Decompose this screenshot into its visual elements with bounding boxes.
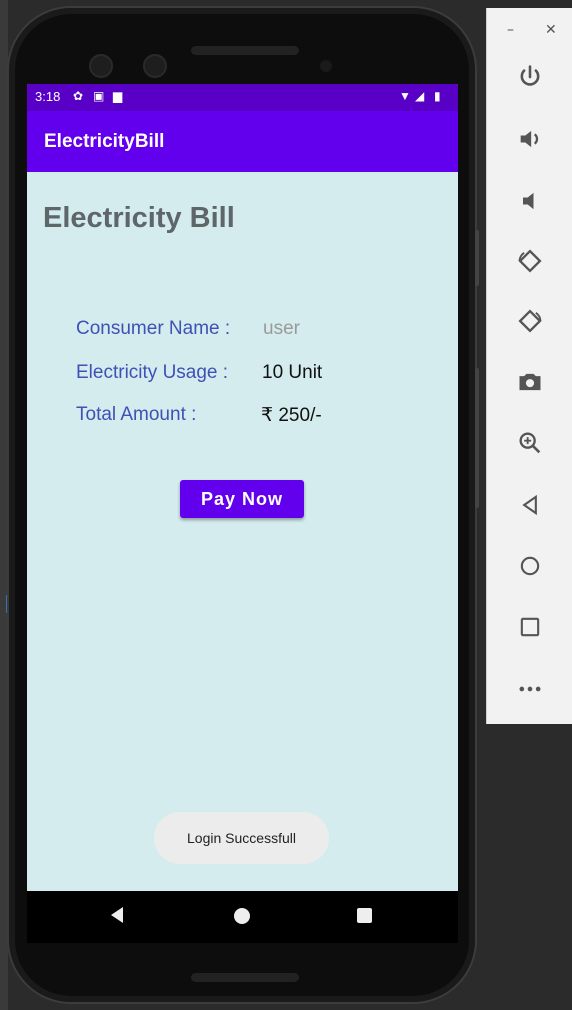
status-bar: 3:18 ✿ ▣ ▆ ▼ ◢ ▮ bbox=[27, 84, 458, 111]
wifi-icon: ▼ bbox=[399, 89, 411, 103]
signal-icon: ◢ bbox=[415, 89, 425, 103]
close-button[interactable]: ✕ bbox=[545, 22, 557, 38]
more-icon[interactable] bbox=[513, 672, 547, 706]
total-amount-row: Total Amount : bbox=[76, 404, 196, 426]
minimize-button[interactable]: – bbox=[507, 22, 514, 38]
toast-message: Login Successfull bbox=[154, 812, 329, 864]
desktop-fragment bbox=[476, 705, 486, 719]
electricity-usage-label: Electricity Usage : bbox=[76, 362, 229, 383]
total-amount-label: Total Amount : bbox=[76, 404, 197, 425]
toast-text: Login Successfull bbox=[187, 830, 296, 846]
camera-icon[interactable] bbox=[513, 365, 547, 399]
zoom-icon[interactable] bbox=[513, 426, 547, 460]
phone-speaker bbox=[191, 46, 299, 55]
volume-up-icon[interactable] bbox=[513, 122, 547, 156]
app-title: ElectricityBill bbox=[44, 131, 165, 152]
rotate-right-icon[interactable] bbox=[513, 304, 547, 338]
volume-down-icon[interactable] bbox=[513, 184, 547, 218]
system-nav-bar bbox=[27, 891, 458, 943]
phone-side-button bbox=[475, 368, 479, 508]
electricity-usage-value: 10 Unit bbox=[262, 362, 323, 383]
electricity-usage-row: Electricity Usage : bbox=[76, 362, 228, 384]
nav-back-icon[interactable] bbox=[111, 907, 123, 923]
settings-icon: ✿ bbox=[73, 89, 84, 103]
app-bar: ElectricityBill bbox=[27, 111, 458, 172]
proximity-sensor bbox=[320, 60, 332, 72]
status-time: 3:18 bbox=[35, 89, 61, 104]
total-amount-value: ₹ 250/- bbox=[261, 405, 322, 426]
nav-recents-icon[interactable] bbox=[357, 908, 372, 923]
consumer-name-value-row: user bbox=[263, 318, 300, 340]
power-icon[interactable] bbox=[513, 60, 547, 94]
battery-icon: ▮ bbox=[434, 89, 441, 103]
consumer-name-label: Consumer Name : bbox=[76, 318, 231, 339]
consumer-name-row: Consumer Name : bbox=[76, 318, 230, 340]
overview-icon[interactable] bbox=[513, 610, 547, 644]
pay-now-button[interactable]: Pay Now bbox=[180, 480, 304, 518]
phone-side-button bbox=[475, 230, 479, 286]
consumer-name-value: user bbox=[263, 318, 300, 339]
notification-a-icon: ▣ bbox=[93, 89, 105, 103]
front-sensor bbox=[143, 54, 167, 78]
page-title: Electricity Bill bbox=[43, 202, 235, 234]
rotate-left-icon[interactable] bbox=[513, 244, 547, 278]
front-camera bbox=[89, 54, 113, 78]
sd-card-icon: ▆ bbox=[113, 89, 123, 103]
emulator-toolbar: – ✕ bbox=[486, 8, 572, 724]
device-screen: 3:18 ✿ ▣ ▆ ▼ ◢ ▮ ElectricityBill Electri… bbox=[27, 84, 458, 943]
nav-home-icon[interactable] bbox=[234, 908, 250, 924]
home-icon[interactable] bbox=[513, 549, 547, 583]
phone-bottom-speaker bbox=[191, 973, 299, 982]
electricity-usage-value-row: 10 Unit bbox=[262, 362, 322, 384]
back-icon[interactable] bbox=[513, 488, 547, 522]
total-amount-value-row: ₹ 250/- bbox=[261, 404, 322, 427]
